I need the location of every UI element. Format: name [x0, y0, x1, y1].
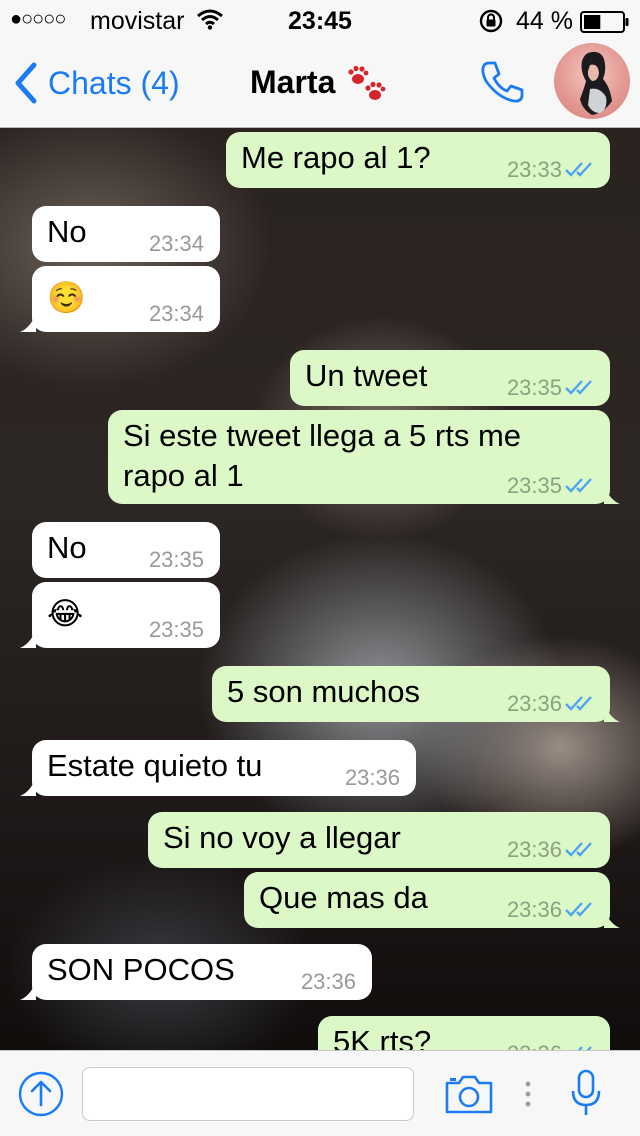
incoming-message[interactable]: No 23:34 [32, 206, 220, 262]
status-bar: ●○○○○ movistar 23:45 44 % [0, 0, 640, 40]
message-text: No [47, 214, 87, 249]
read-ticks-icon [565, 478, 592, 493]
message-text: Me rapo al 1? [241, 140, 431, 175]
message-emoji: ☺️ [47, 280, 86, 315]
camera-icon [445, 1075, 493, 1114]
message-time: 23:35 [506, 473, 562, 498]
message-text: No [47, 530, 87, 565]
paw-prints-icon [346, 64, 388, 109]
message-text: SON POCOS [47, 952, 235, 987]
read-ticks-icon [565, 902, 592, 917]
message-time: 23:36 [344, 765, 400, 790]
message-input-bar [0, 1050, 640, 1136]
message-time: 23:34 [148, 301, 204, 326]
incoming-message[interactable]: Estate quieto tu 23:36 [20, 740, 416, 796]
incoming-message[interactable]: No 23:35 [32, 522, 220, 578]
phone-icon [481, 61, 524, 103]
outgoing-message[interactable]: 5 son muchos 23:36 [212, 666, 620, 722]
outgoing-message[interactable]: Si este tweet llega a 5 rts me rapo al 1… [108, 410, 620, 504]
message-time: 23:36 [506, 691, 562, 716]
outgoing-message[interactable]: Me rapo al 1? 23:33 [226, 132, 610, 188]
voice-message-button[interactable] [570, 1069, 602, 1122]
message-time: 23:34 [148, 231, 204, 256]
chat-header: Chats (4) Marta [0, 40, 640, 128]
message-text: Si no voy a llegar [163, 820, 401, 855]
message-text: Estate quieto tu [47, 748, 263, 783]
battery-icon [580, 11, 630, 40]
microphone-icon [571, 1069, 601, 1115]
contact-name[interactable]: Marta [250, 64, 335, 101]
bubble-tail-icon [20, 982, 36, 1000]
outgoing-message[interactable]: Un tweet 23:35 [290, 350, 610, 406]
message-text-line1: Si este tweet llega a 5 rts me [123, 418, 522, 453]
bubble-tail-icon [20, 314, 36, 332]
message-time: 23:35 [148, 617, 204, 642]
message-time: 23:36 [506, 837, 562, 862]
incoming-message[interactable]: 😂 23:35 [20, 582, 220, 648]
read-ticks-icon [565, 162, 592, 177]
message-text-line2: rapo al 1 [123, 458, 244, 493]
camera-button[interactable] [444, 1073, 494, 1120]
message-time: 23:35 [148, 547, 204, 572]
bubble-tail-icon [604, 486, 620, 504]
voice-call-button[interactable] [478, 58, 526, 111]
message-text-field[interactable] [82, 1067, 414, 1121]
outgoing-message[interactable]: Que mas da 23:36 [244, 872, 620, 928]
incoming-message[interactable]: SON POCOS 23:36 [20, 944, 372, 1000]
battery-percentage: 44 % [516, 7, 573, 35]
bubble-tail-icon [20, 630, 36, 648]
read-ticks-icon [565, 380, 592, 395]
incoming-message[interactable]: ☺️ 23:34 [20, 266, 220, 332]
message-time: 23:36 [506, 897, 562, 922]
message-text: Que mas da [259, 880, 428, 915]
rotation-lock-icon [478, 8, 504, 41]
message-text: Un tweet [305, 358, 428, 393]
chevron-left-icon [15, 62, 37, 104]
bubble-tail-icon [604, 910, 620, 928]
read-ticks-icon [565, 842, 592, 857]
message-time: 23:35 [506, 375, 562, 400]
message-time: 23:36 [300, 969, 356, 994]
outgoing-message[interactable]: Si no voy a llegar 23:36 [148, 812, 610, 868]
message-time: 23:33 [506, 157, 562, 182]
bubble-tail-icon [20, 778, 36, 796]
back-button-label: Chats (4) [48, 64, 180, 101]
upload-arrow-icon [18, 1071, 64, 1117]
message-emoji: 😂 [47, 596, 84, 631]
read-ticks-icon [565, 696, 592, 711]
vertical-dots-icon [524, 1081, 532, 1112]
share-attachment-button[interactable] [18, 1071, 64, 1122]
bubble-tail-icon [604, 704, 620, 722]
contact-avatar[interactable] [554, 43, 630, 119]
back-to-chats-button[interactable]: Chats (4) [14, 62, 180, 104]
message-text: 5 son muchos [227, 674, 420, 709]
